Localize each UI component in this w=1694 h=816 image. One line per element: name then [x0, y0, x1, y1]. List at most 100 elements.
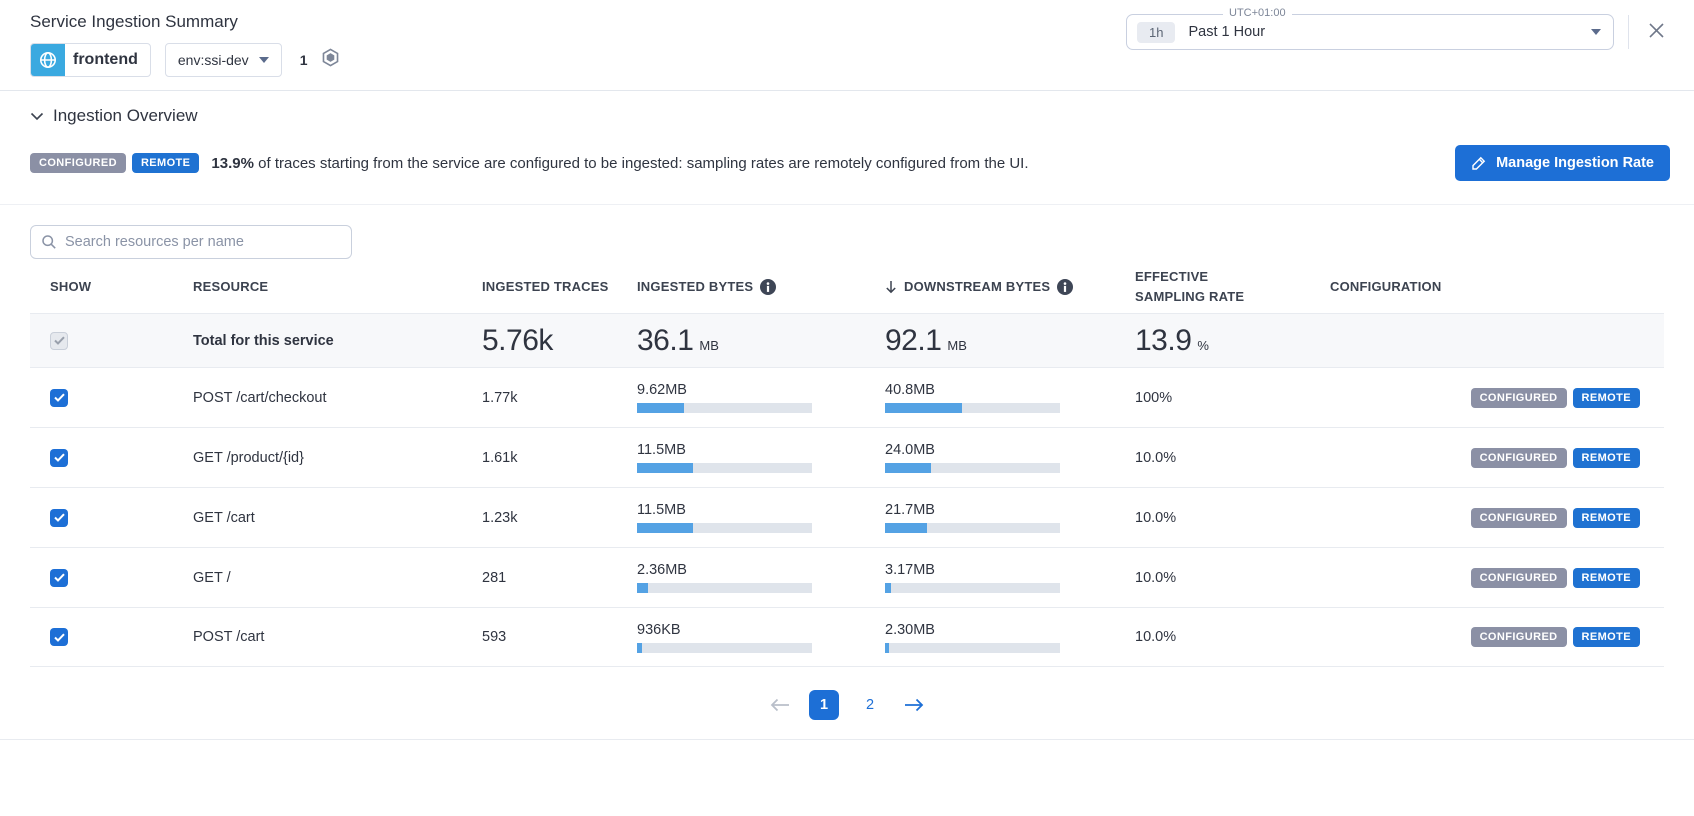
configuration-cell: CONFIGURED REMOTE: [1310, 448, 1664, 468]
sampling-rate-value: 10.0%: [1115, 450, 1310, 466]
sampling-rate-value: 10.0%: [1115, 510, 1310, 526]
resources-table: SHOW RESOURCE INGESTED TRACES INGESTED B…: [30, 259, 1664, 667]
pagination: 1 2: [0, 690, 1694, 720]
sort-descending-icon: [885, 280, 897, 294]
search-input[interactable]: [65, 234, 341, 250]
chevron-down-icon: [30, 112, 44, 121]
downstream-bar: [885, 403, 1060, 413]
summary-text: 13.9% of traces starting from the servic…: [211, 155, 1028, 172]
configuration-cell: CONFIGURED REMOTE: [1310, 388, 1664, 408]
configured-badge: CONFIGURED: [1471, 508, 1567, 528]
remote-badge: REMOTE: [1573, 508, 1640, 528]
ingested-bytes-cell: 9.62MB: [617, 382, 865, 413]
configured-badge: CONFIGURED: [1471, 448, 1567, 468]
resource-name: GET /cart: [173, 510, 462, 526]
configuration-cell: CONFIGURED REMOTE: [1310, 508, 1664, 528]
row-checkbox[interactable]: [50, 509, 68, 527]
page-title: Service Ingestion Summary: [30, 12, 340, 32]
header-left: Service Ingestion Summary frontend env:s…: [30, 12, 340, 77]
col-downstream-bytes[interactable]: DOWNSTREAM BYTES: [865, 277, 1115, 297]
search-row: [0, 205, 1694, 259]
arrow-left-icon: [769, 698, 791, 712]
sampling-rate-value: 10.0%: [1115, 570, 1310, 586]
time-shortcut-chip: 1h: [1137, 22, 1175, 43]
total-downstream: 92.1MB: [865, 324, 1115, 358]
time-range-picker[interactable]: UTC+01:00 1h Past 1 Hour: [1126, 14, 1614, 50]
resource-name: GET /: [173, 570, 462, 586]
total-row: Total for this service 5.76k 36.1MB 92.1…: [30, 313, 1664, 367]
bytes-bar: [637, 523, 812, 533]
total-label: Total for this service: [173, 333, 462, 349]
configured-badge: CONFIGURED: [1471, 388, 1567, 408]
ingested-traces-value: 1.77k: [462, 390, 617, 406]
sampling-rate-value: 10.0%: [1115, 629, 1310, 645]
total-checkbox: [50, 332, 68, 350]
row-checkbox[interactable]: [50, 569, 68, 587]
panel-header: Service Ingestion Summary frontend env:s…: [0, 0, 1694, 77]
page-button-2[interactable]: 2: [855, 690, 885, 720]
ingested-traces-value: 281: [462, 570, 617, 586]
search-box: [30, 225, 352, 259]
close-icon: [1647, 21, 1666, 40]
total-sampling-rate: 13.9%: [1115, 324, 1310, 358]
info-icon[interactable]: [760, 279, 776, 295]
page-button-1[interactable]: 1: [809, 690, 839, 720]
info-icon[interactable]: [1057, 279, 1073, 295]
bytes-bar: [637, 643, 812, 653]
bytes-bar: [637, 583, 812, 593]
downstream-bytes-cell: 21.7MB: [865, 502, 1115, 533]
configured-badge: CONFIGURED: [30, 153, 126, 173]
resource-name: POST /cart: [173, 629, 462, 645]
hexagon-icon: [321, 48, 340, 72]
service-name: frontend: [73, 51, 138, 69]
table-row: GET /cart 1.23k 11.5MB 21.7MB 10.0% CONF…: [30, 487, 1664, 547]
downstream-bytes-cell: 2.30MB: [865, 622, 1115, 653]
configuration-cell: CONFIGURED REMOTE: [1310, 627, 1664, 647]
downstream-bytes-cell: 3.17MB: [865, 562, 1115, 593]
table-header-row: SHOW RESOURCE INGESTED TRACES INGESTED B…: [30, 259, 1664, 313]
table-row: POST /cart/checkout 1.77k 9.62MB 40.8MB …: [30, 367, 1664, 427]
downstream-bar: [885, 463, 1060, 473]
downstream-bar: [885, 643, 1060, 653]
env-filter-dropdown[interactable]: env:ssi-dev: [165, 43, 282, 77]
pencil-icon: [1471, 155, 1487, 171]
arrow-right-icon: [903, 698, 925, 712]
sampling-rate-value: 100%: [1115, 390, 1310, 406]
next-page-button[interactable]: [901, 696, 927, 714]
table-row: POST /cart 593 936KB 2.30MB 10.0% CONFIG…: [30, 607, 1664, 667]
row-checkbox[interactable]: [50, 449, 68, 467]
remote-badge: REMOTE: [1573, 568, 1640, 588]
row-checkbox[interactable]: [50, 389, 68, 407]
manage-ingestion-rate-button[interactable]: Manage Ingestion Rate: [1455, 145, 1670, 181]
ingestion-overview-toggle[interactable]: Ingestion Overview: [0, 91, 1694, 126]
total-bytes: 36.1MB: [617, 324, 865, 358]
remote-badge: REMOTE: [1573, 448, 1640, 468]
close-button[interactable]: [1643, 17, 1670, 47]
timezone-label: UTC+01:00: [1223, 7, 1292, 19]
remote-badge: REMOTE: [1573, 388, 1640, 408]
col-show: SHOW: [30, 277, 173, 297]
resource-name: GET /product/{id}: [173, 450, 462, 466]
section-title: Ingestion Overview: [53, 106, 198, 126]
ingested-traces-value: 593: [462, 629, 617, 645]
bytes-bar: [637, 463, 812, 473]
ingested-bytes-cell: 936KB: [617, 622, 865, 653]
service-context-row: frontend env:ssi-dev 1: [30, 43, 340, 77]
ingested-traces-value: 1.23k: [462, 510, 617, 526]
search-icon: [41, 234, 57, 250]
row-checkbox[interactable]: [50, 628, 68, 646]
globe-icon: [31, 43, 65, 77]
downstream-bytes-cell: 40.8MB: [865, 382, 1115, 413]
col-ingested-bytes: INGESTED BYTES: [617, 277, 865, 297]
remote-badge: REMOTE: [132, 153, 199, 173]
downstream-bar: [885, 523, 1060, 533]
prev-page-button[interactable]: [767, 696, 793, 714]
remote-badge: REMOTE: [1573, 627, 1640, 647]
configuration-cell: CONFIGURED REMOTE: [1310, 568, 1664, 588]
bottom-divider: [0, 739, 1694, 740]
table-row: GET /product/{id} 1.61k 11.5MB 24.0MB 10…: [30, 427, 1664, 487]
total-traces: 5.76k: [462, 324, 617, 358]
service-pill[interactable]: frontend: [30, 43, 151, 77]
resource-name: POST /cart/checkout: [173, 390, 462, 406]
ingested-bytes-cell: 11.5MB: [617, 502, 865, 533]
